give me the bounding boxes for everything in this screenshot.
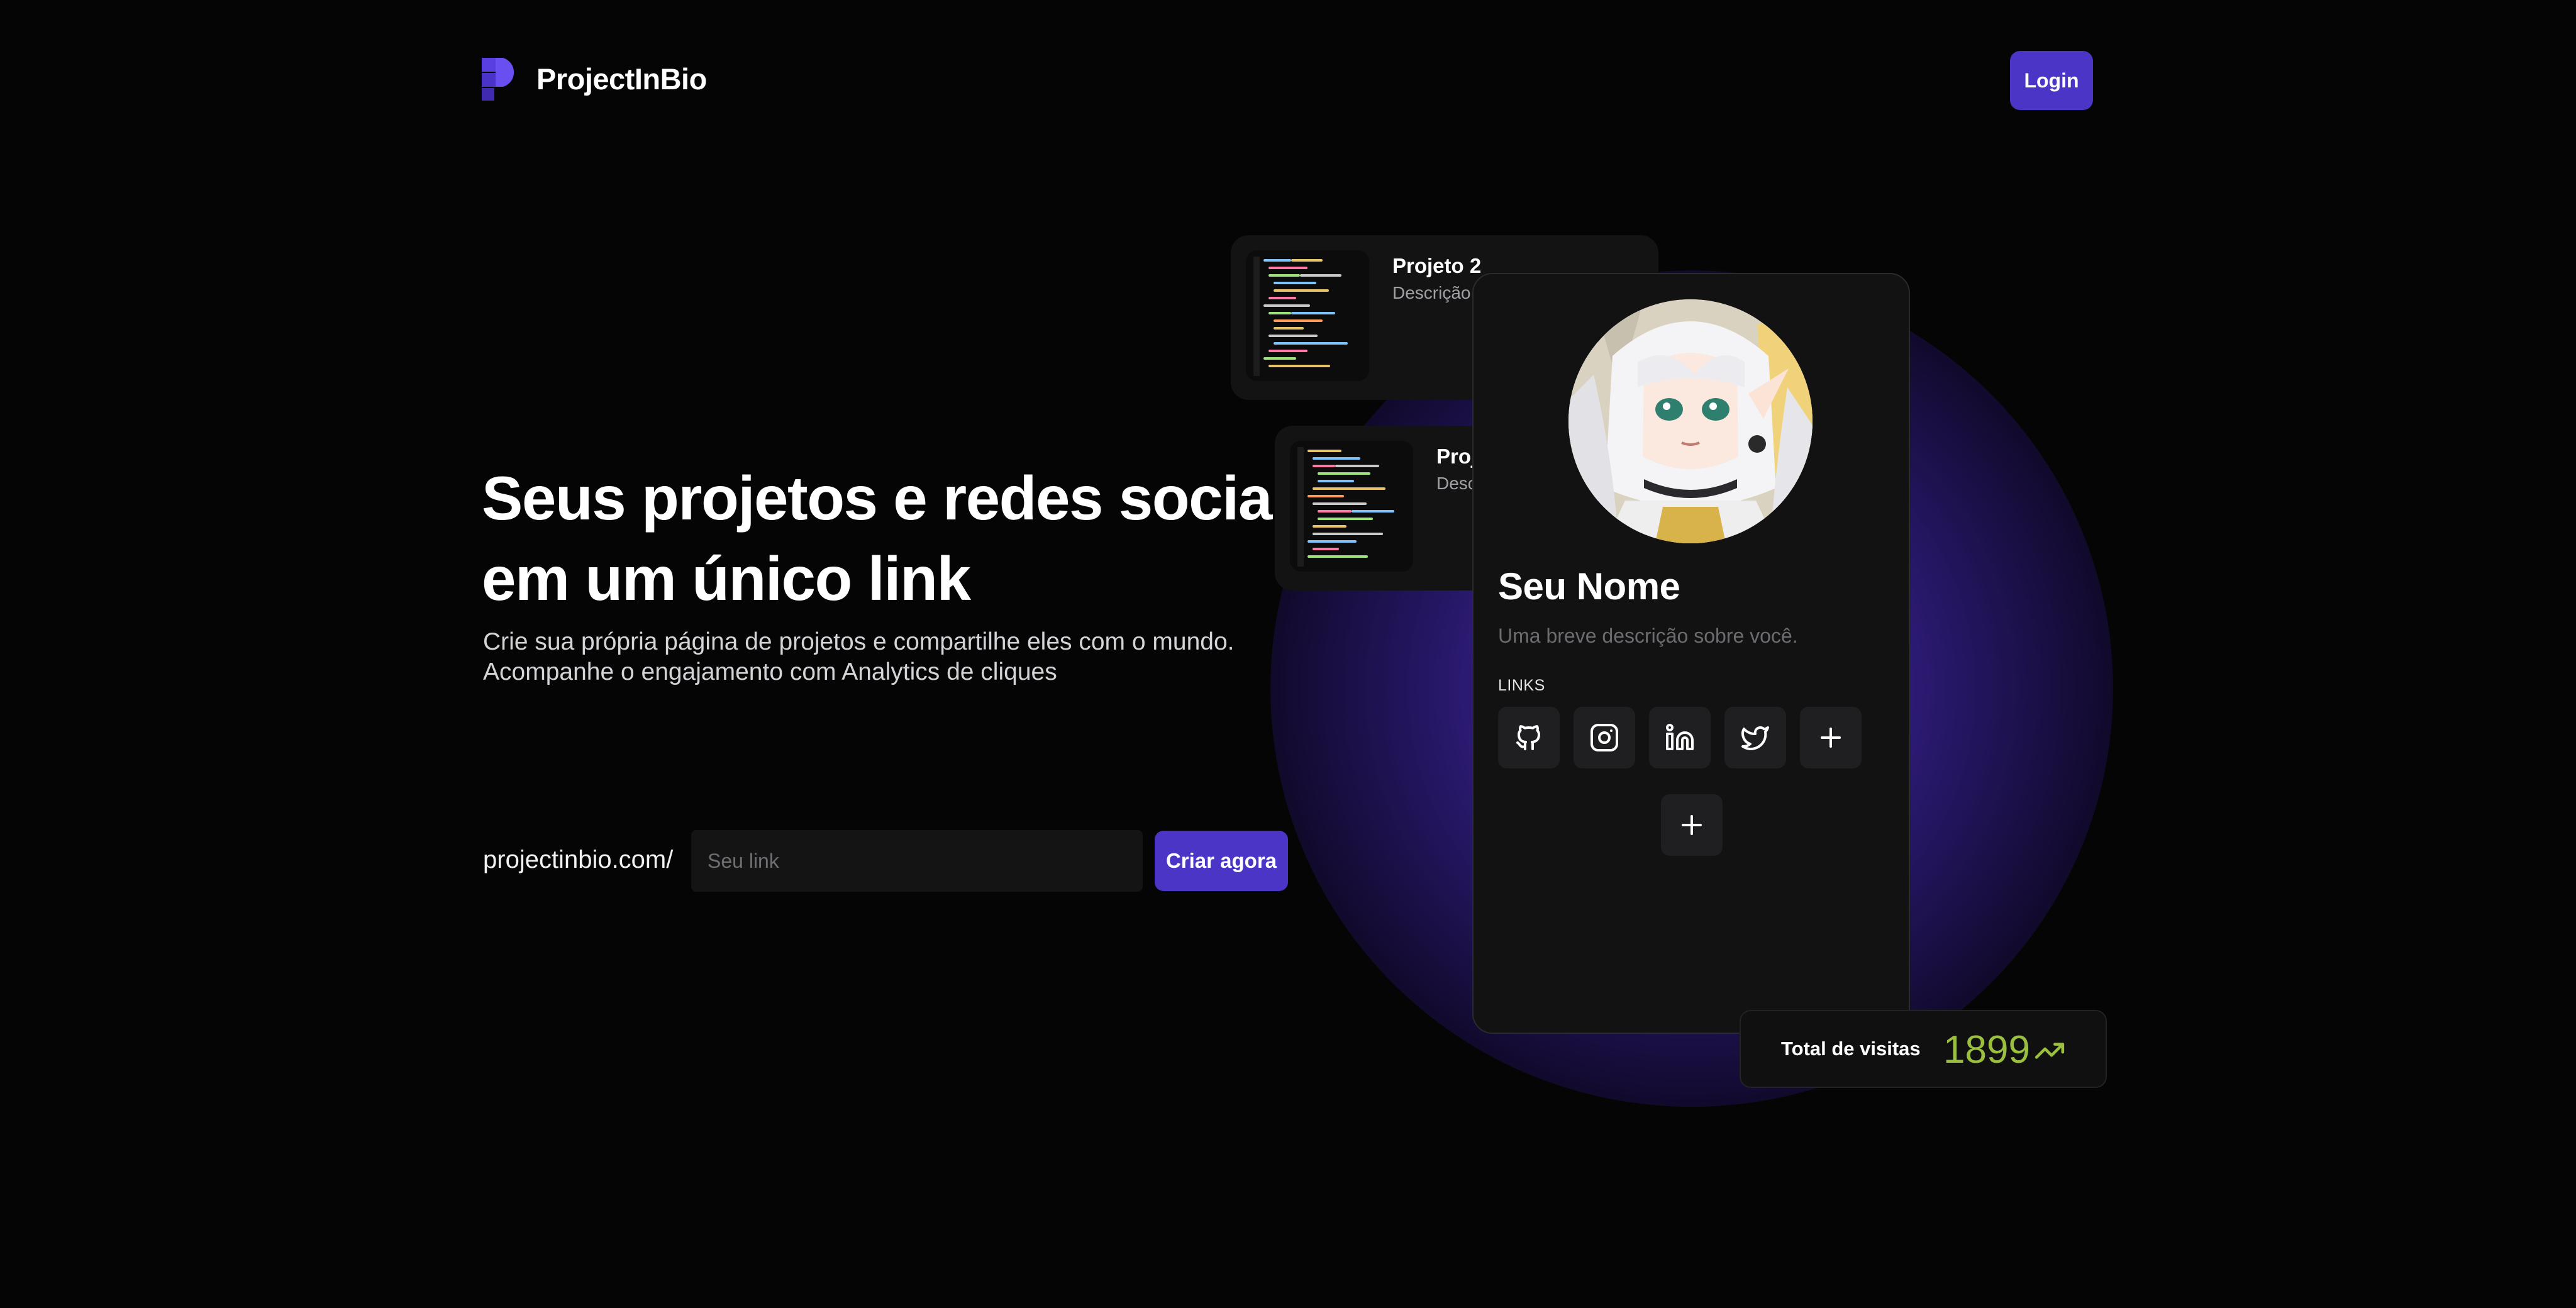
github-link-button[interactable] — [1498, 707, 1560, 768]
plus-icon — [1682, 815, 1702, 835]
twitter-icon — [1741, 726, 1769, 750]
total-visits-label: Total de visitas — [1781, 1038, 1921, 1060]
hero-title-line-1: Seus projetos e redes sociais — [482, 463, 1322, 533]
project-title: Projeto 2 — [1392, 254, 1482, 277]
links-label: LINKS — [1498, 677, 1545, 694]
linkedin-icon — [1666, 724, 1694, 750]
url-prefix: projectinbio.com/ — [483, 846, 674, 873]
hero-subtitle-line-1: Crie sua própria página de projetos e co… — [483, 628, 1235, 655]
project-description: Descrição — [1392, 283, 1471, 302]
linkedin-link-button[interactable] — [1649, 707, 1711, 768]
login-button[interactable]: Login — [2010, 51, 2093, 110]
project-title: Proj — [1436, 445, 1477, 468]
add-link-button[interactable] — [1800, 707, 1862, 768]
project-description: Desc — [1436, 474, 1477, 493]
project-thumbnail — [1246, 250, 1369, 381]
trending-up-icon — [2035, 1043, 2065, 1059]
hero-subtitle-line-2: Acompanhe o engajamento com Analytics de… — [483, 658, 1057, 685]
twitter-link-button[interactable] — [1724, 707, 1786, 768]
profile-card: Seu Nome Uma breve descrição sobre você.… — [1472, 273, 1910, 1034]
hero-subtitle: Crie sua própria página de projetos e co… — [483, 627, 1235, 687]
github-icon — [1516, 725, 1540, 750]
instagram-link-button[interactable] — [1574, 707, 1635, 768]
total-visits-value: 1899 — [1943, 1028, 2030, 1072]
hero-title: Seus projetos e redes sociais em um únic… — [482, 458, 1322, 619]
total-visits-widget: Total de visitas 1899 — [1740, 1010, 2107, 1088]
hero-title-line-2: em um único link — [482, 544, 971, 613]
instagram-icon — [1591, 724, 1618, 751]
profile-name: Seu Nome — [1498, 565, 1680, 607]
landing-page: ProjectInBio Login Seus projetos e redes… — [0, 0, 2576, 1308]
plus-icon — [1821, 728, 1841, 748]
create-now-button[interactable]: Criar agora — [1155, 831, 1288, 891]
profile-description: Uma breve descrição sobre você. — [1498, 624, 1798, 647]
brand-name[interactable]: ProjectInBio — [536, 62, 707, 96]
projectinbio-logo-icon — [482, 58, 514, 101]
add-project-button[interactable] — [1661, 794, 1723, 856]
project-thumbnail — [1290, 441, 1413, 572]
link-input[interactable] — [691, 830, 1143, 892]
avatar — [1568, 299, 1813, 543]
